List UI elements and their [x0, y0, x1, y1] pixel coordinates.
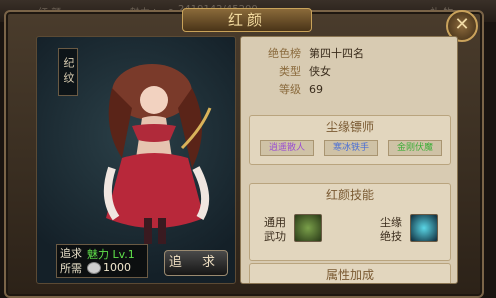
requirement-level: 魅力 Lv.1 [87, 248, 135, 261]
character-tag[interactable]: 纪纹 [58, 48, 78, 96]
skills-title: 红颜技能 [325, 188, 374, 202]
pursue-requirement: 追求所需 魅力 Lv.1 1000 [56, 244, 148, 278]
destiny-chip[interactable]: 寒冰铁手 [324, 140, 378, 156]
attributes-title: 属性加成 [325, 268, 374, 282]
requirement-label: 追求所需 [60, 247, 82, 275]
character-portrait [103, 64, 212, 244]
spirit-skill-icon[interactable] [410, 214, 438, 242]
skill-right-label: 尘缘绝技 [380, 216, 402, 243]
info-value: 69 [309, 83, 323, 96]
info-row-type: 类型 侠女 [241, 63, 457, 81]
info-row-level: 等级 69 [241, 81, 457, 99]
requirement-cost: 1000 [103, 261, 131, 274]
info-row-rank: 绝色榜 第四十四名 [241, 45, 457, 63]
info-value: 侠女 [309, 65, 331, 78]
destiny-chips: 逍遥散人 寒冰铁手 金刚伏魔 [260, 140, 442, 156]
skills-section: 红颜技能 通用武功 尘缘绝技 [249, 183, 451, 261]
leaf-skill-icon[interactable] [294, 214, 322, 242]
info-value: 第四十四名 [309, 47, 364, 60]
info-key: 类型 [279, 65, 301, 78]
info-key: 绝色榜 [268, 47, 301, 60]
pursue-button[interactable]: 追 求 [164, 250, 228, 276]
destiny-chip[interactable]: 金刚伏魔 [388, 140, 442, 156]
silver-coin-icon [87, 262, 101, 274]
destiny-title: 尘缘镖师 [325, 120, 374, 134]
info-list: 绝色榜 第四十四名 类型 侠女 等级 69 [241, 45, 457, 99]
destiny-section: 尘缘镖师 逍遥散人 寒冰铁手 金刚伏魔 [249, 115, 451, 165]
attributes-section: 属性加成 [249, 263, 451, 283]
destiny-chip[interactable]: 逍遥散人 [260, 140, 314, 156]
dialog-title: 红颜 [182, 8, 312, 32]
info-key: 等级 [279, 83, 301, 96]
info-panel: 绝色榜 第四十四名 类型 侠女 等级 69 尘缘镖师 逍遥散人 寒冰铁手 金刚伏魔 红… [240, 36, 458, 284]
skill-left-label: 通用武功 [264, 216, 286, 243]
